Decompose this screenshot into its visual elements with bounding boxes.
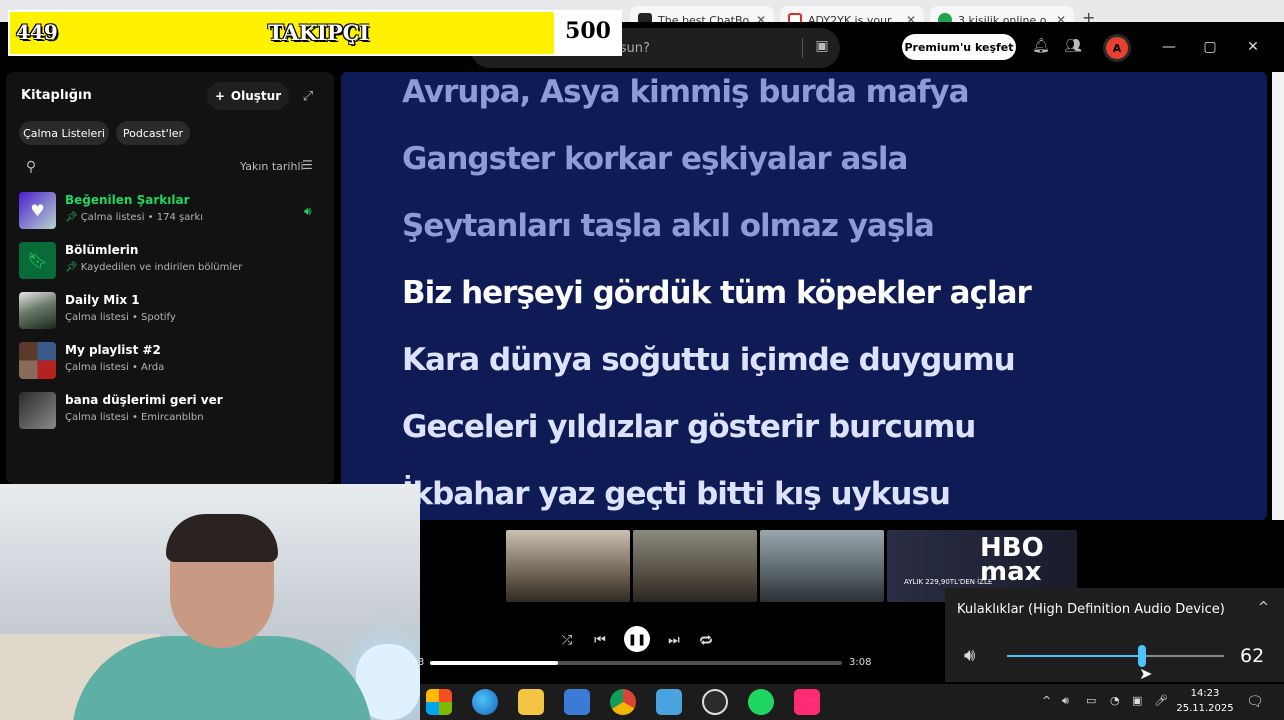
item-sub: 📌︎ Kaydedilen ve indirilen bölümler	[65, 262, 242, 273]
library-search-icon[interactable]: ⚲	[20, 156, 42, 178]
library-item[interactable]: bana düşlerimi geri ver Çalma listesi • …	[19, 392, 319, 432]
duration: 3:08	[849, 657, 872, 668]
lyric-line[interactable]: Geceleri yıldızlar gösterir burcumu	[402, 409, 976, 445]
item-sub-text: Kaydedilen ve indirilen bölümler	[80, 262, 243, 273]
library-item[interactable]: Daily Mix 1 Çalma listesi • Spotify	[19, 292, 319, 332]
item-name: bana düşlerimi geri ver	[65, 393, 223, 407]
avatar[interactable]: A	[1103, 34, 1131, 62]
volume-fill	[1007, 655, 1142, 657]
tiktok-icon[interactable]	[794, 689, 820, 715]
playlist-cover	[19, 342, 56, 379]
ad-poster[interactable]	[506, 530, 630, 602]
item-name: My playlist #2	[65, 343, 161, 357]
library-title: Kitaplığın	[21, 88, 92, 103]
playlist-cover	[19, 292, 56, 329]
speaker-icon[interactable]: 🔊︎	[1062, 694, 1069, 708]
create-label: Oluştur	[230, 89, 282, 103]
lyric-line-current[interactable]: Biz herşeyi gördük tüm köpekler açlar	[402, 275, 1032, 311]
close-icon[interactable]: ✕	[1243, 38, 1263, 56]
lyric-line[interactable]: Avrupa, Asya kimmiş burda mafya	[402, 74, 969, 110]
clock-date: 25.11.2025	[1176, 703, 1234, 714]
lyric-line[interactable]: Kara dünya soğuttu içimde duygumu	[402, 342, 1016, 378]
window-edge	[1272, 72, 1284, 520]
maximize-icon[interactable]: ▢	[1200, 38, 1220, 56]
clock-time: 14:23	[1190, 688, 1220, 699]
hbo-logo: HBO max	[980, 533, 1044, 587]
library-item[interactable]: My playlist #2 Çalma listesi • Arda	[19, 342, 319, 382]
mouse-cursor: ➤	[1139, 664, 1153, 683]
microphone-icon[interactable]: 🎤︎	[1154, 694, 1168, 707]
speaker-icon[interactable]: 🔊︎	[964, 645, 975, 666]
bookmark-icon: 🔖︎	[19, 242, 56, 279]
previous-icon[interactable]: ⏮	[590, 630, 610, 650]
now-playing-icon: 🔊︎	[304, 204, 312, 218]
item-name: Daily Mix 1	[65, 293, 140, 307]
display-icon[interactable]: ▣	[1132, 694, 1142, 707]
app-icon[interactable]	[702, 689, 728, 715]
lyric-line[interactable]: İkbahar yaz geçti bitti kış uykusu	[402, 476, 951, 512]
pin-icon: 📌︎	[65, 212, 78, 223]
item-sub-text: Çalma listesi • 174 şarkı	[80, 212, 204, 223]
copilot-icon[interactable]	[426, 689, 452, 715]
chevron-up-icon[interactable]: ^	[1258, 600, 1269, 615]
item-name: Beğenilen Şarkılar	[65, 193, 190, 207]
battery-icon[interactable]: ▭	[1086, 694, 1096, 707]
app-icon[interactable]	[564, 689, 590, 715]
divider	[802, 38, 803, 58]
next-icon[interactable]: ⏭	[664, 630, 684, 650]
spotify-icon[interactable]	[748, 689, 774, 715]
lyric-line[interactable]: Şeytanları taşla akıl olmaz yaşla	[402, 208, 935, 244]
clock[interactable]: 14:23 25.11.2025	[1170, 686, 1240, 716]
lyric-line[interactable]: Gangster korkar eşkiyalar asla	[402, 141, 908, 177]
expand-icon[interactable]: ⤢	[298, 86, 318, 106]
item-sub: Çalma listesi • Spotify	[65, 312, 176, 323]
item-sub: Çalma listesi • Emircanblbn	[65, 412, 204, 423]
item-sub: Çalma listesi • Arda	[65, 362, 165, 373]
friends-icon[interactable]: 👥︎	[1063, 36, 1083, 56]
premium-button[interactable]: Premium'u keşfet	[902, 34, 1016, 60]
heart-icon: ♥	[19, 192, 56, 229]
file-explorer-icon[interactable]	[518, 689, 544, 715]
edge-icon[interactable]	[472, 689, 498, 715]
pause-button[interactable]: ❚❚	[624, 626, 650, 652]
person-hair	[166, 514, 278, 562]
notification-icon[interactable]: 🗨︎	[1246, 694, 1264, 710]
sort-label[interactable]: Yakın tarihli	[240, 160, 304, 173]
create-button[interactable]: + Oluştur	[207, 82, 289, 110]
webcam-overlay	[0, 484, 420, 720]
library-item[interactable]: ♥ Beğenilen Şarkılar 📌︎ Çalma listesi • 1…	[19, 192, 319, 232]
filter-playlists[interactable]: Çalma Listeleri	[19, 121, 109, 145]
audio-device-label[interactable]: Kulaklıklar (High Definition Audio Devic…	[957, 602, 1225, 617]
lyrics-panel: Avrupa, Asya kimmiş burda mafya Gangster…	[341, 72, 1267, 520]
chevron-up-icon[interactable]: ^	[1042, 694, 1051, 707]
plus-icon: +	[214, 89, 225, 103]
filter-podcasts[interactable]: Podcast'ler	[116, 121, 190, 145]
volume-level: 62	[1240, 645, 1265, 667]
wifi-icon[interactable]: ◔	[1110, 694, 1120, 707]
list-view-icon[interactable]: ☰	[302, 158, 313, 172]
progress-fill	[430, 661, 558, 665]
repeat-icon[interactable]: 🔁︎	[696, 630, 716, 650]
item-sub: 📌︎ Çalma listesi • 174 şarkı	[65, 212, 203, 223]
browse-icon[interactable]: ▣	[812, 36, 832, 56]
ad-price: AYLIK 229,90TL'DEN İZLE	[904, 578, 993, 586]
shuffle-icon[interactable]: ⤮	[557, 630, 577, 650]
follower-count: 449	[16, 20, 58, 44]
pin-icon: 📌︎	[65, 262, 78, 273]
app-icon[interactable]	[656, 689, 682, 715]
ad-poster[interactable]	[760, 530, 884, 602]
follower-goal: 500	[565, 18, 611, 44]
follower-label: TAKIPÇI	[268, 20, 370, 45]
playlist-cover	[19, 392, 56, 429]
library-item[interactable]: 🔖︎ Bölümlerin 📌︎ Kaydedilen ve indirilen …	[19, 242, 319, 282]
chrome-icon[interactable]	[610, 689, 636, 715]
bell-icon[interactable]: 🔔︎	[1031, 36, 1051, 56]
ad-poster[interactable]	[633, 530, 757, 602]
minimize-icon[interactable]: —	[1159, 38, 1179, 56]
item-name: Bölümlerin	[65, 243, 139, 257]
